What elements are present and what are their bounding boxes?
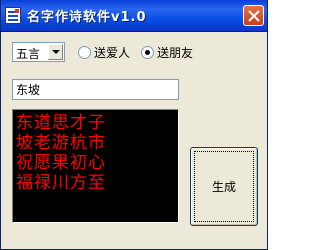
poem-output[interactable]: 东道思才子 坡老游杭市 祝愿果初心 福禄川方至 <box>12 109 179 223</box>
poem-line: 福禄川方至 <box>16 173 106 193</box>
window-title: 名字作诗软件v1.0 <box>27 10 147 25</box>
poem-line: 祝愿果初心 <box>16 153 106 173</box>
radio-send-lover[interactable] <box>78 46 91 59</box>
generate-button-label: 生成 <box>211 180 236 194</box>
poem-line: 坡老游杭市 <box>16 133 106 153</box>
chevron-down-icon[interactable] <box>48 44 63 60</box>
close-icon <box>248 10 260 22</box>
radio-send-lover-label[interactable]: 送爱人 <box>94 44 130 61</box>
radio-send-friend[interactable] <box>141 46 154 59</box>
radio-send-friend-label[interactable]: 送朋友 <box>157 44 193 61</box>
close-button[interactable] <box>243 5 264 26</box>
app-icon[interactable] <box>5 7 21 24</box>
poem-type-select[interactable]: 五言 <box>12 42 65 62</box>
poem-type-value: 五言 <box>16 47 41 61</box>
main-window: 名字作诗软件v1.0 五言 送爱人 送朋友 东道思才子 坡老游杭市 祝愿果初心 … <box>0 0 268 250</box>
generate-button[interactable]: 生成 <box>190 147 258 226</box>
poem-line: 东道思才子 <box>16 113 106 133</box>
name-input[interactable] <box>12 79 179 100</box>
title-bar[interactable]: 名字作诗软件v1.0 <box>1 0 267 32</box>
